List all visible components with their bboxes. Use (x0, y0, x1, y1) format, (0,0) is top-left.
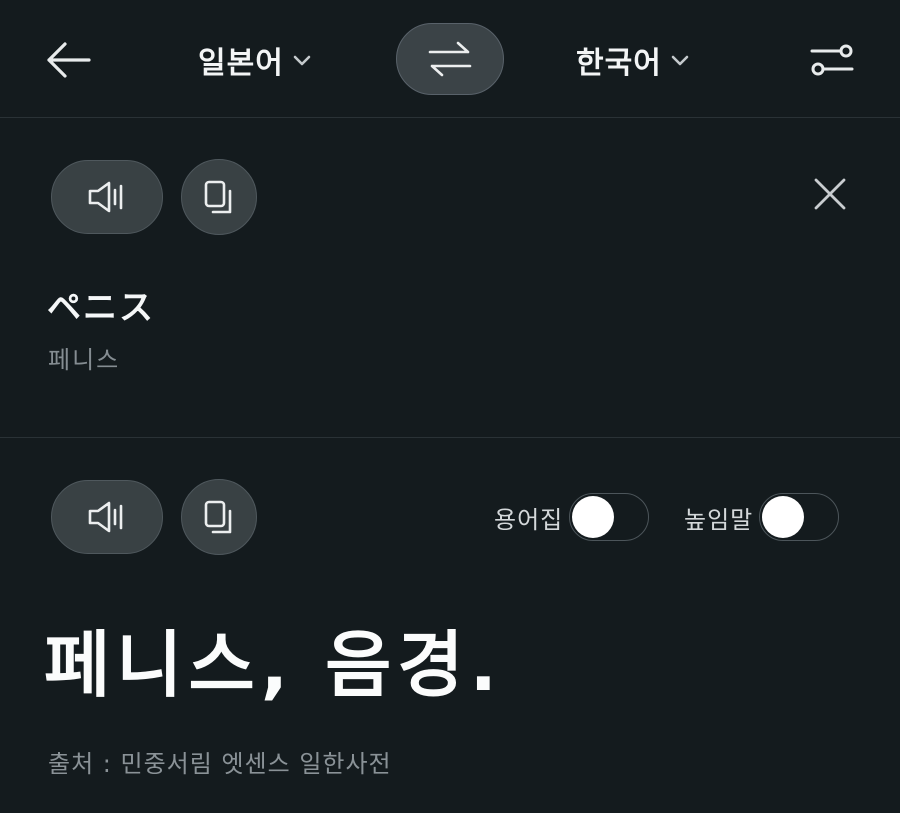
dictionary-attribution: 출처 : 민중서림 엣센스 일한사전 (48, 750, 392, 778)
result-listen-button[interactable] (51, 480, 163, 554)
source-listen-button[interactable] (51, 160, 163, 234)
clear-input-button[interactable] (806, 170, 854, 218)
source-panel: ペニス 페니스 (0, 118, 900, 438)
translator-app: 일본어 한국어 ペニス 페니스 용어집 높임말 페니스, 음경. 출처: 민중… (0, 0, 900, 813)
toggle-knob (762, 496, 805, 538)
glossary-label: 용어집 (494, 505, 564, 534)
chevron-down-icon (292, 53, 312, 67)
result-copy-button[interactable] (181, 479, 257, 555)
glossary-toggle-group: 용어집 (494, 493, 650, 541)
result-panel: 용어집 높임말 페니스, 음경. 출처 : 민중서림 엣센스 일한사전 (0, 438, 900, 813)
target-language-selector[interactable]: 한국어 (576, 34, 690, 86)
copy-icon (204, 500, 232, 534)
glossary-toggle[interactable] (569, 493, 650, 541)
translation-result[interactable]: 페니스, 음경. (44, 606, 503, 711)
sliders-icon (810, 44, 854, 76)
source-language-label: 일본어 (198, 46, 284, 81)
copy-icon (204, 180, 232, 214)
source-language-selector[interactable]: 일본어 (198, 34, 312, 86)
source-copy-button[interactable] (181, 159, 257, 235)
honorific-toggle[interactable] (759, 493, 840, 541)
swap-arrows-icon (428, 41, 472, 77)
honorific-toggle-group: 높임말 (684, 493, 840, 541)
source-pronunciation: 페니스 (48, 346, 121, 374)
speaker-icon (88, 181, 123, 213)
back-button[interactable] (40, 36, 96, 84)
arrow-left-icon (47, 42, 91, 78)
speaker-icon (88, 501, 123, 533)
swap-languages-button[interactable] (396, 23, 504, 95)
target-language-label: 한국어 (576, 46, 662, 81)
settings-button[interactable] (804, 36, 860, 84)
source-text[interactable]: ペニス (47, 280, 155, 329)
honorific-label: 높임말 (684, 505, 754, 534)
toggle-knob (572, 496, 615, 538)
top-bar: 일본어 한국어 (0, 0, 900, 118)
chevron-down-icon (670, 53, 690, 67)
close-icon (814, 178, 846, 210)
